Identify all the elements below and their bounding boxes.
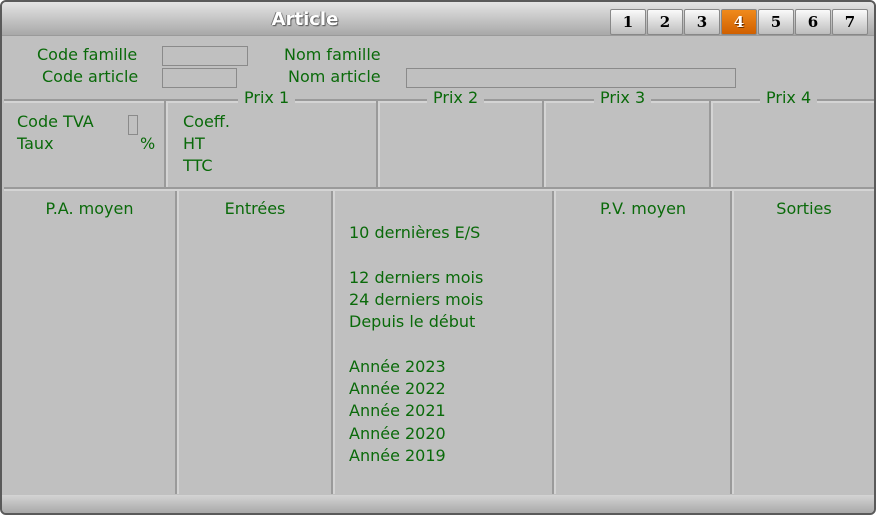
period-year: Année 2021 bbox=[349, 401, 446, 420]
tab-5[interactable]: 5 bbox=[758, 9, 794, 35]
divider bbox=[175, 191, 179, 494]
tab-3[interactable]: 3 bbox=[684, 9, 720, 35]
nom-article-field[interactable] bbox=[406, 68, 736, 88]
tab-1[interactable]: 1 bbox=[610, 9, 646, 35]
nom-article-label: Nom article bbox=[288, 67, 381, 86]
coeff-label: Coeff. bbox=[183, 112, 230, 131]
ttc-label: TTC bbox=[183, 156, 213, 175]
period-year: Année 2023 bbox=[349, 357, 446, 376]
prix-2-legend: Prix 2 bbox=[427, 88, 485, 107]
divider bbox=[376, 101, 380, 187]
article-window: Article 1 2 3 4 5 6 7 Code famille Nom f… bbox=[0, 0, 876, 515]
code-article-field[interactable] bbox=[162, 68, 237, 88]
nom-famille-label: Nom famille bbox=[284, 45, 381, 64]
pv-moyen-header: P.V. moyen bbox=[599, 199, 687, 218]
divider bbox=[542, 101, 546, 187]
period-last10: 10 dernières E/S bbox=[349, 223, 481, 242]
period-year: Année 2022 bbox=[349, 379, 446, 398]
code-tva-field[interactable] bbox=[128, 115, 138, 135]
tab-6[interactable]: 6 bbox=[795, 9, 831, 35]
prix-3-legend: Prix 3 bbox=[594, 88, 652, 107]
code-famille-field[interactable] bbox=[162, 46, 248, 66]
taux-label: Taux bbox=[17, 134, 54, 153]
period-24-months: 24 derniers mois bbox=[349, 290, 484, 309]
window-title: Article bbox=[271, 9, 339, 30]
prix-1-legend: Prix 1 bbox=[238, 88, 296, 107]
period-12-months: 12 derniers mois bbox=[349, 268, 484, 287]
divider bbox=[552, 191, 556, 494]
page-tabs: 1 2 3 4 5 6 7 bbox=[610, 9, 869, 35]
taux-unit: % bbox=[140, 134, 156, 153]
divider bbox=[709, 101, 713, 187]
code-tva-label: Code TVA bbox=[17, 112, 94, 131]
divider bbox=[331, 191, 335, 494]
tab-2[interactable]: 2 bbox=[647, 9, 683, 35]
code-famille-label: Code famille bbox=[37, 45, 138, 64]
period-since-start: Depuis le début bbox=[349, 312, 476, 331]
tab-7[interactable]: 7 bbox=[832, 9, 868, 35]
divider bbox=[730, 191, 734, 494]
divider bbox=[164, 101, 168, 187]
period-year: Année 2019 bbox=[349, 446, 446, 465]
period-year: Année 2020 bbox=[349, 424, 446, 443]
sorties-header: Sorties bbox=[776, 199, 832, 218]
prix-4-legend: Prix 4 bbox=[760, 88, 818, 107]
pa-moyen-header: P.A. moyen bbox=[45, 199, 134, 218]
footer-bar bbox=[2, 495, 874, 513]
tab-4[interactable]: 4 bbox=[721, 9, 757, 35]
stats-top-divider bbox=[4, 187, 874, 191]
ht-label: HT bbox=[183, 134, 205, 153]
title-bar: Article 1 2 3 4 5 6 7 bbox=[2, 2, 874, 36]
entrees-header: Entrées bbox=[224, 199, 286, 218]
code-article-label: Code article bbox=[42, 67, 139, 86]
